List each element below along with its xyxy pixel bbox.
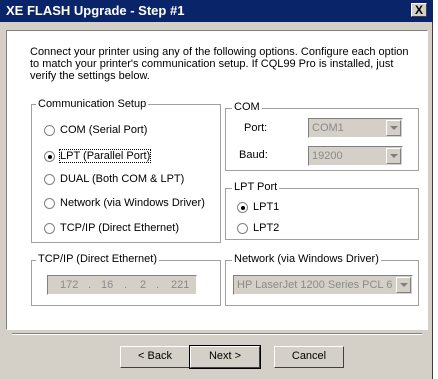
radio-lpt2-label: LPT2 xyxy=(253,222,280,234)
close-icon: X xyxy=(414,3,423,17)
cancel-button[interactable]: Cancel xyxy=(274,346,344,368)
port-select[interactable]: COM1 xyxy=(308,118,403,138)
button-separator xyxy=(12,333,422,335)
radio-button[interactable] xyxy=(44,125,55,136)
radio-button[interactable] xyxy=(44,198,55,209)
radio-com-serial-label: COM (Serial Port) xyxy=(60,124,148,136)
radio-network-label: Network (via Windows Driver) xyxy=(60,197,205,209)
chevron-down-icon xyxy=(400,283,408,287)
title-bar[interactable]: XE FLASH Upgrade - Step #1 X xyxy=(0,0,433,22)
com-group-label: COM xyxy=(232,101,262,113)
baud-value: 19200 xyxy=(312,150,343,162)
chevron-down-icon xyxy=(390,126,398,130)
chevron-down-icon xyxy=(390,154,398,158)
ip-dot: . xyxy=(88,279,92,291)
baud-select[interactable]: 19200 xyxy=(308,146,403,166)
radio-tcpip-label: TCP/IP (Direct Ethernet) xyxy=(60,222,179,234)
network-printer-select[interactable]: HP LaserJet 1200 Series PCL 6 xyxy=(233,275,413,295)
radio-button-selected[interactable] xyxy=(237,202,248,213)
port-label: Port: xyxy=(244,122,268,134)
window-title: XE FLASH Upgrade - Step #1 xyxy=(6,3,185,18)
lpt-port-label: LPT Port xyxy=(232,181,280,193)
tcpip-group-label: TCP/IP (Direct Ethernet) xyxy=(36,253,159,265)
ip-dot: . xyxy=(156,279,160,291)
radio-button[interactable] xyxy=(44,223,55,234)
baud-dropdown-button[interactable] xyxy=(386,148,401,164)
radio-button[interactable] xyxy=(237,223,248,234)
communication-setup-label: Communication Setup xyxy=(36,98,149,110)
next-button[interactable]: Next > xyxy=(189,345,261,369)
baud-label: Baud: xyxy=(239,149,268,161)
ip-dot: . xyxy=(124,279,128,291)
port-dropdown-button[interactable] xyxy=(386,120,401,136)
radio-lpt-parallel-label: LPT (Parallel Port) xyxy=(58,149,152,163)
port-value: COM1 xyxy=(312,122,344,134)
network-dropdown-button[interactable] xyxy=(396,277,411,293)
close-button[interactable]: X xyxy=(411,3,427,17)
back-button[interactable]: < Back xyxy=(120,346,190,368)
ip-octet-4: 221 xyxy=(171,279,190,291)
ip-octet-1: 172 xyxy=(60,279,79,291)
network-group-label: Network (via Windows Driver) xyxy=(232,253,381,265)
radio-button-selected[interactable] xyxy=(44,151,55,162)
ip-address-field[interactable]: 172 . 16 . 2 . 221 xyxy=(47,275,197,295)
radio-button[interactable] xyxy=(44,174,55,185)
ip-octet-3: 2 xyxy=(140,279,147,291)
ip-octet-2: 16 xyxy=(101,279,114,291)
instructions-text: Connect your printer using any of the fo… xyxy=(30,46,409,82)
network-printer-value: HP LaserJet 1200 Series PCL 6 xyxy=(237,279,393,291)
radio-lpt1-label: LPT1 xyxy=(253,201,280,213)
wizard-window: XE FLASH Upgrade - Step #1 X Connect you… xyxy=(0,0,433,379)
radio-dual-label: DUAL (Both COM & LPT) xyxy=(60,173,185,185)
